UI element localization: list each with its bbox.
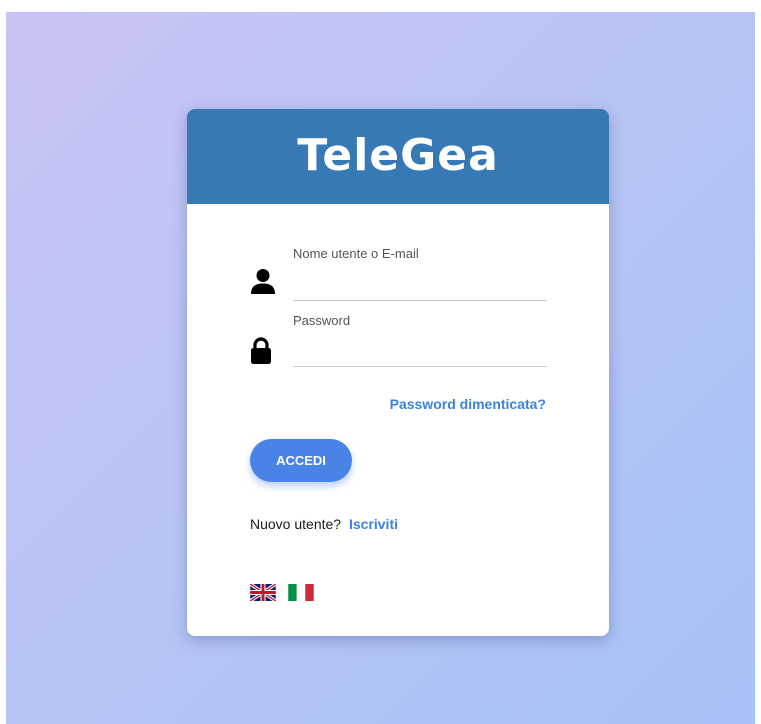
uk-flag-icon[interactable]: [250, 584, 276, 601]
new-user-text: Nuovo utente?: [250, 516, 342, 532]
login-card: TeleGea Nome utente o E-mail Password Pa…: [187, 109, 609, 636]
signup-link[interactable]: Iscriviti: [349, 516, 398, 532]
italy-flag-icon[interactable]: [288, 584, 314, 601]
user-icon: [251, 269, 275, 294]
password-label: Password: [293, 313, 351, 328]
password-input[interactable]: [293, 338, 547, 367]
card-header: TeleGea: [187, 109, 609, 204]
forgot-password-link[interactable]: Password dimenticata?: [390, 396, 546, 412]
username-input[interactable]: [293, 272, 547, 301]
telegea-logo: TeleGea: [297, 130, 499, 181]
lock-icon: [251, 337, 271, 364]
signup-row: Nuovo utente? Iscriviti: [250, 516, 398, 532]
username-label: Nome utente o E-mail: [293, 246, 419, 261]
login-button[interactable]: ACCEDI: [250, 439, 352, 482]
